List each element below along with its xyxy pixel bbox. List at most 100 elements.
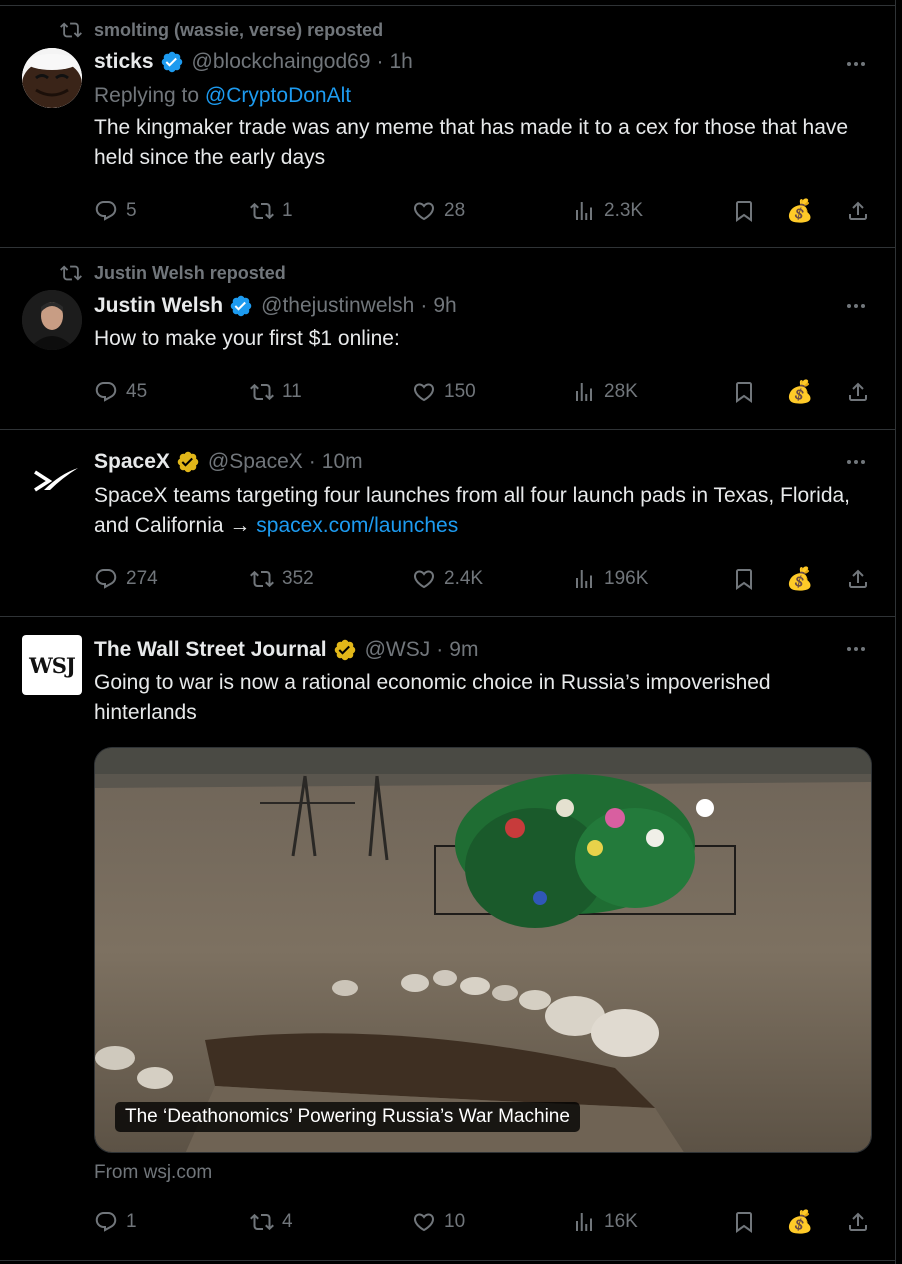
heart-icon — [413, 570, 435, 589]
tweet-header: SpaceX @SpaceX · 10m — [94, 448, 363, 476]
more-icon[interactable] — [844, 450, 868, 474]
heart-icon — [413, 202, 435, 221]
timestamp[interactable]: 9h — [433, 294, 456, 318]
share-button[interactable] — [846, 196, 870, 226]
views-icon — [576, 202, 592, 220]
verified-badge-icon[interactable] — [160, 50, 184, 74]
author-name[interactable]: sticks — [94, 50, 154, 74]
money-bag-icon: 💰 — [786, 1209, 814, 1234]
link-card-title[interactable]: The ‘Deathonomics’ Powering Russia’s War… — [115, 1102, 580, 1132]
more-icon[interactable] — [844, 637, 868, 661]
author-handle[interactable]: @WSJ — [365, 638, 431, 662]
like-button[interactable]: 10 — [412, 1207, 465, 1237]
bookmark-button[interactable] — [732, 377, 756, 407]
views-icon — [576, 570, 592, 588]
reply-icon — [95, 201, 117, 221]
action-bar: 45 11 150 28K 💰 — [94, 377, 870, 407]
reply-count: 45 — [126, 381, 148, 402]
reply-prefix: Replying to — [94, 84, 200, 107]
tweet-header: Justin Welsh @thejustinwelsh · 9h — [94, 292, 457, 320]
repost-button[interactable]: 352 — [250, 564, 314, 594]
like-button[interactable]: 28 — [412, 196, 465, 226]
views-button[interactable]: 16K — [572, 1207, 638, 1237]
verified-badge-icon[interactable] — [229, 294, 253, 318]
bookmark-button[interactable] — [732, 1207, 756, 1237]
repost-label: Justin Welsh reposted — [94, 262, 286, 283]
reply-button[interactable]: 274 — [94, 564, 158, 594]
like-button[interactable]: 2.4K — [412, 564, 483, 594]
like-count: 150 — [444, 381, 476, 402]
money-bag-icon: 💰 — [786, 566, 814, 591]
views-count: 2.3K — [604, 200, 644, 221]
more-icon[interactable] — [844, 294, 868, 318]
verified-badge-icon[interactable] — [333, 638, 357, 662]
action-bar: 1 4 10 16K 💰 — [94, 1207, 870, 1237]
money-bag-icon: 💰 — [786, 379, 814, 404]
timestamp[interactable]: 9m — [449, 638, 478, 662]
repost-button[interactable]: 11 — [250, 377, 302, 407]
tweet-text: How to make your first $1 online: — [94, 327, 400, 350]
tip-button[interactable]: 💰 — [786, 564, 813, 594]
timestamp[interactable]: 1h — [390, 50, 413, 74]
separator-dot: · — [436, 638, 444, 661]
link-card-source[interactable]: From wsj.com — [94, 1162, 212, 1184]
like-button[interactable]: 150 — [412, 377, 476, 407]
tweet-justin-welsh[interactable]: Justin Welsh reposted Justin Welsh @thej… — [0, 248, 896, 430]
repost-button[interactable]: 4 — [250, 1207, 293, 1237]
repost-label: smolting (wassie, verse) reposted — [94, 19, 384, 40]
verified-badge-icon[interactable] — [176, 450, 200, 474]
share-button[interactable] — [846, 564, 870, 594]
avatar[interactable] — [22, 448, 82, 508]
author-name[interactable]: SpaceX — [94, 450, 170, 474]
avatar[interactable]: WSJ — [22, 635, 82, 695]
avatar-wassie-image — [22, 48, 82, 108]
repost-button[interactable]: 1 — [250, 196, 293, 226]
author-name[interactable]: Justin Welsh — [94, 294, 223, 318]
repost-count: 352 — [282, 568, 314, 589]
share-button[interactable] — [846, 1207, 870, 1237]
heart-icon — [413, 1213, 435, 1232]
repost-icon — [250, 383, 274, 401]
reply-handle-link[interactable]: @CryptoDonAlt — [205, 84, 351, 107]
tip-button[interactable]: 💰 — [786, 377, 813, 407]
tip-button[interactable]: 💰 — [786, 196, 813, 226]
share-icon — [849, 1212, 867, 1231]
avatar[interactable] — [22, 290, 82, 350]
tweet-wsj[interactable]: WSJ The Wall Street Journal @WSJ · 9m Go… — [0, 617, 896, 1261]
timestamp[interactable]: 10m — [322, 450, 363, 474]
separator-dot: · — [376, 50, 384, 73]
bookmark-button[interactable] — [732, 196, 756, 226]
reply-icon — [95, 1212, 117, 1232]
more-icon[interactable] — [844, 52, 868, 76]
author-handle[interactable]: @blockchaingod69 — [192, 50, 371, 74]
views-button[interactable]: 196K — [572, 564, 648, 594]
bookmark-icon — [736, 569, 752, 590]
reply-count: 1 — [126, 1211, 137, 1232]
link-card-image[interactable]: The ‘Deathonomics’ Powering Russia’s War… — [94, 747, 872, 1153]
repost-indicator: smolting (wassie, verse) reposted — [60, 19, 383, 41]
author-name[interactable]: The Wall Street Journal — [94, 638, 327, 662]
tip-button[interactable]: 💰 — [786, 1207, 813, 1237]
repost-icon — [250, 570, 274, 588]
like-count: 28 — [444, 200, 466, 221]
views-icon — [576, 383, 592, 401]
tweet-header: The Wall Street Journal @WSJ · 9m — [94, 636, 478, 664]
views-button[interactable]: 28K — [572, 377, 638, 407]
tweet-link[interactable]: spacex.com/launches — [256, 514, 458, 537]
tweet-sticks[interactable]: smolting (wassie, verse) reposted sticks… — [0, 6, 896, 248]
views-button[interactable]: 2.3K — [572, 196, 643, 226]
reply-button[interactable]: 1 — [94, 1207, 137, 1237]
action-bar: 274 352 2.4K 196K 💰 — [94, 564, 870, 594]
author-handle[interactable]: @SpaceX — [208, 450, 303, 474]
author-handle[interactable]: @thejustinwelsh — [261, 294, 414, 318]
tweet-text: The kingmaker trade was any meme that ha… — [94, 116, 849, 169]
avatar[interactable] — [22, 48, 82, 108]
bookmark-button[interactable] — [732, 564, 756, 594]
reply-button[interactable]: 45 — [94, 377, 147, 407]
repost-icon — [250, 202, 274, 220]
tweet-spacex[interactable]: SpaceX @SpaceX · 10m SpaceX teams target… — [0, 430, 896, 617]
reply-context: Replying to @CryptoDonAlt — [94, 84, 351, 108]
share-button[interactable] — [846, 377, 870, 407]
reply-button[interactable]: 5 — [94, 196, 137, 226]
reply-count: 274 — [126, 568, 158, 589]
